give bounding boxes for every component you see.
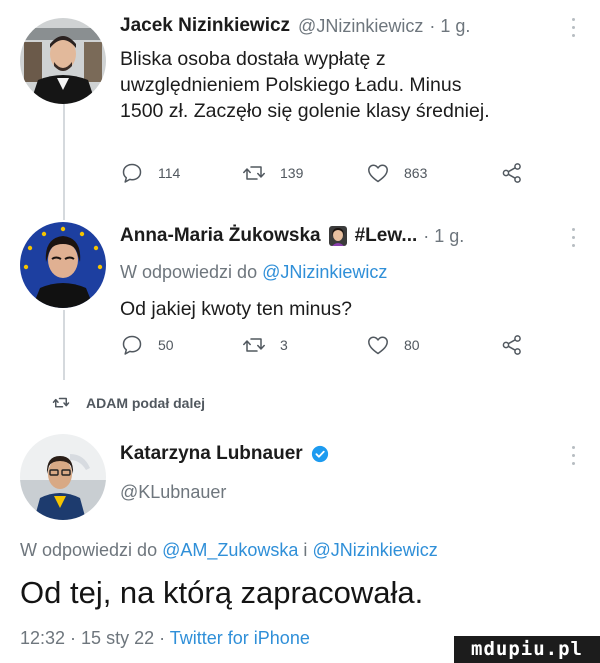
author-handle-row: @KLubnauer: [120, 482, 226, 503]
author-name[interactable]: Katarzyna Lubnauer: [120, 443, 303, 465]
tweet-text-line: uwzględnieniem Polskiego Ładu. Minus: [120, 74, 462, 96]
reply-count: 50: [158, 337, 174, 353]
woman-emoji-icon: [328, 226, 347, 246]
retweet-icon: [52, 397, 70, 408]
retweet-count: 139: [280, 165, 304, 181]
focus-tweet-text: Od tej, na którą zapracowała.: [20, 575, 424, 610]
retweet-count: 3: [280, 337, 288, 353]
reply-button[interactable]: 114: [120, 158, 180, 188]
avatar[interactable]: [20, 434, 106, 520]
reply-prefix: W odpowiedzi do: [20, 540, 158, 560]
tweet-text-line: Bliska osoba dostała wypłatę z: [120, 48, 386, 70]
reply-count: 114: [158, 165, 181, 181]
reply-icon: [122, 163, 142, 183]
tweet-text-line: 1500 zł. Zaczęło się golenie klasy średn…: [120, 100, 490, 122]
reply-button[interactable]: 50: [120, 330, 174, 360]
tweet-time: · 1 g.: [423, 225, 465, 246]
like-button[interactable]: 80: [366, 330, 420, 360]
retweet-icon: [243, 166, 265, 180]
watermark: mdupiu.pl: [454, 636, 600, 663]
author-name[interactable]: Anna-Maria Żukowska: [120, 225, 321, 247]
name-hashtag: #Lew...: [354, 225, 418, 246]
retweet-notice[interactable]: ADAM podał dalej: [52, 395, 205, 411]
tweet-text: Bliska osoba dostała wypłatę z uwzględni…: [120, 46, 580, 124]
tweet-jacek[interactable]: Jacek Nizinkiewicz @JNizinkiewicz · 1 g.…: [0, 0, 600, 220]
tweet-actions: 50 3 80: [120, 330, 560, 360]
share-button[interactable]: [500, 158, 524, 188]
more-options-icon[interactable]: [572, 446, 576, 470]
source-link[interactable]: Twitter for iPhone: [170, 628, 310, 648]
share-icon: [502, 335, 521, 355]
like-count: 863: [404, 165, 428, 181]
avatar[interactable]: [20, 18, 106, 104]
tweet-header: Katarzyna Lubnauer: [120, 438, 590, 470]
tweet-text-line: Od jakiej kwoty ten minus?: [120, 298, 352, 320]
replying-to: W odpowiedzi do @JNizinkiewicz: [120, 262, 387, 283]
tweet-anna-maria[interactable]: Anna-Maria Żukowska #Lew... · 1 g. W odp…: [0, 220, 600, 390]
tweet-text: Od jakiej kwoty ten minus?: [120, 296, 580, 322]
mention-link[interactable]: @JNizinkiewicz: [262, 262, 387, 282]
verified-badge-icon: [311, 445, 328, 463]
like-count: 80: [404, 337, 420, 353]
share-icon: [502, 163, 521, 183]
tweet-meta: 12:32 · 15 sty 22 · Twitter for iPhone: [20, 628, 310, 649]
tweet-time: · 1 g.: [429, 15, 471, 36]
retweet-notice-text: ADAM podał dalej: [86, 395, 206, 411]
author-name[interactable]: Jacek Nizinkiewicz: [120, 15, 290, 37]
reply-joiner: i: [303, 540, 308, 560]
timestamp[interactable]: 12:32 · 15 sty 22 ·: [20, 628, 165, 648]
replying-to: W odpowiedzi do @AM_Zukowska i @JNizinki…: [20, 540, 438, 561]
mention-link[interactable]: @AM_Zukowska: [162, 540, 298, 560]
mention-link[interactable]: @JNizinkiewicz: [312, 540, 437, 560]
avatar[interactable]: [20, 222, 106, 308]
tweet-header: Anna-Maria Żukowska #Lew... · 1 g.: [120, 220, 590, 252]
more-options-icon[interactable]: [572, 228, 576, 252]
like-button[interactable]: 863: [366, 158, 427, 188]
author-handle[interactable]: @KLubnauer: [120, 482, 226, 502]
retweet-icon: [243, 338, 265, 352]
heart-icon: [368, 164, 388, 183]
more-options-icon[interactable]: [572, 18, 576, 42]
heart-icon: [368, 336, 388, 355]
reply-icon: [122, 335, 142, 355]
author-handle[interactable]: @JNizinkiewicz: [298, 16, 423, 37]
share-button[interactable]: [500, 330, 524, 360]
retweet-button[interactable]: 3: [242, 330, 288, 360]
retweet-button[interactable]: 139: [242, 158, 303, 188]
tweet-actions: 114 139 863: [120, 158, 560, 188]
reply-prefix: W odpowiedzi do: [120, 262, 258, 282]
tweet-header: Jacek Nizinkiewicz @JNizinkiewicz · 1 g.: [120, 10, 590, 42]
